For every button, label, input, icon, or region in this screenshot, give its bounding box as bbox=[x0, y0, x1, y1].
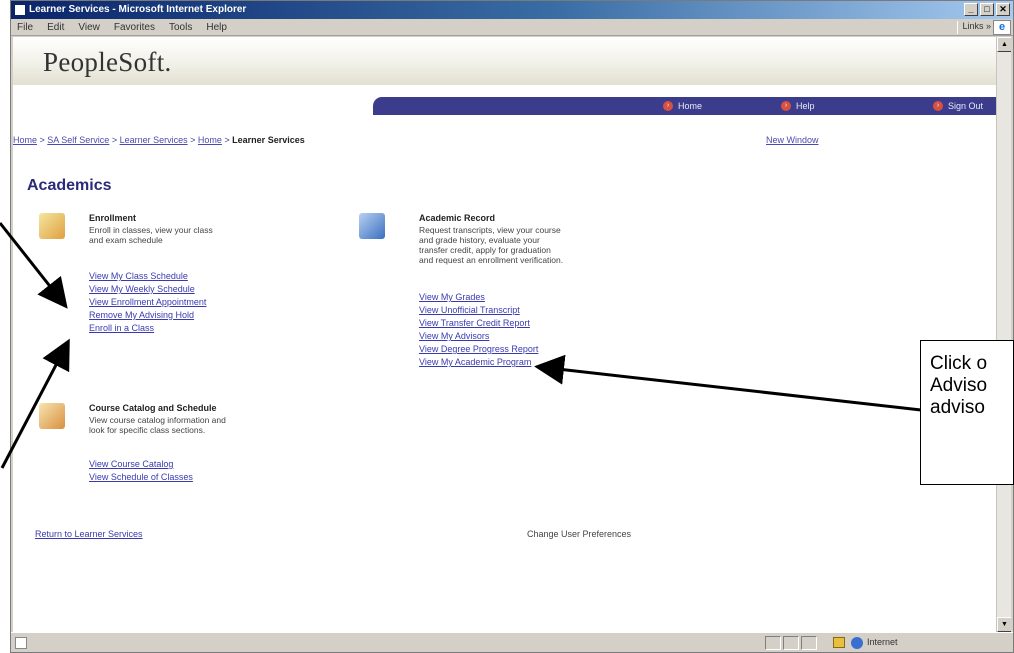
page-title: Academics bbox=[27, 177, 112, 194]
peoplesoft-logo: PeopleSoft. bbox=[43, 47, 172, 77]
academic-record-desc-4: and request an enrollment verification. bbox=[419, 255, 564, 265]
nav-home-label: Home bbox=[678, 101, 703, 111]
nav-sign-out-label: Sign Out bbox=[948, 101, 984, 111]
breadcrumb-home[interactable]: Home bbox=[13, 135, 37, 145]
breadcrumb: Home > SA Self Service > Learner Service… bbox=[13, 135, 305, 145]
link-view-academic-program[interactable]: View My Academic Program bbox=[419, 357, 531, 367]
enrollment-desc-1: Enroll in classes, view your class bbox=[89, 225, 213, 235]
enrollment-desc-2: and exam schedule bbox=[89, 235, 163, 245]
link-view-advisors[interactable]: View My Advisors bbox=[419, 331, 489, 341]
menu-view[interactable]: View bbox=[78, 22, 100, 33]
window-title: Learner Services - Microsoft Internet Ex… bbox=[29, 4, 247, 15]
menu-favorites[interactable]: Favorites bbox=[114, 22, 155, 33]
header-banner: PeopleSoft. bbox=[13, 37, 996, 85]
breadcrumb-separator: > bbox=[221, 135, 233, 145]
nav-help[interactable]: › Help bbox=[781, 97, 815, 115]
callout-line-3: adviso bbox=[930, 397, 985, 418]
breadcrumb-sa-self-service[interactable]: SA Self Service bbox=[47, 135, 109, 145]
top-nav-bar: › Home › Help › Sign Out bbox=[373, 97, 996, 115]
links-label: Links bbox=[962, 21, 984, 31]
ie-page-icon bbox=[14, 4, 26, 16]
menu-file[interactable]: File bbox=[17, 22, 33, 33]
link-view-schedule-of-classes[interactable]: View Schedule of Classes bbox=[89, 472, 193, 482]
callout-line-2: Adviso bbox=[930, 375, 988, 396]
scroll-up-arrow-icon[interactable]: ▲ bbox=[997, 37, 1011, 52]
nav-sign-out[interactable]: › Sign Out bbox=[933, 97, 983, 115]
menu-edit[interactable]: Edit bbox=[47, 22, 64, 33]
link-view-grades[interactable]: View My Grades bbox=[419, 292, 485, 302]
breadcrumb-separator: > bbox=[109, 135, 120, 145]
home-icon: › bbox=[663, 101, 673, 111]
callout-line-1: Click o bbox=[930, 353, 988, 374]
status-segment bbox=[801, 636, 817, 650]
status-segment bbox=[783, 636, 799, 650]
course-catalog-icon bbox=[39, 403, 65, 429]
link-enroll-in-class[interactable]: Enroll in a Class bbox=[89, 323, 154, 333]
page-content: PeopleSoft. › Home › Help › Sign Out Hom… bbox=[13, 37, 1011, 632]
status-segment bbox=[765, 636, 781, 650]
breadcrumb-separator: > bbox=[37, 135, 48, 145]
links-toolbar[interactable]: Links » bbox=[957, 21, 991, 34]
enrollment-icon bbox=[39, 213, 65, 239]
link-view-degree-progress-report[interactable]: View Degree Progress Report bbox=[419, 344, 538, 354]
link-view-enrollment-appointment[interactable]: View Enrollment Appointment bbox=[89, 297, 206, 307]
title-bar: Learner Services - Microsoft Internet Ex… bbox=[11, 1, 1013, 19]
academic-record-desc-1: Request transcripts, view your course bbox=[419, 225, 561, 235]
window-controls: _ □ ✕ bbox=[964, 3, 1010, 16]
enrollment-title: Enrollment bbox=[89, 213, 137, 223]
menu-help[interactable]: Help bbox=[206, 22, 227, 33]
help-icon: › bbox=[781, 101, 791, 111]
course-catalog-desc-2: look for specific class sections. bbox=[89, 425, 206, 435]
link-view-unofficial-transcript[interactable]: View Unofficial Transcript bbox=[419, 305, 520, 315]
zone-label: Internet bbox=[867, 637, 898, 647]
link-view-transfer-credit-report[interactable]: View Transfer Credit Report bbox=[419, 318, 530, 328]
course-catalog-title: Course Catalog and Schedule bbox=[89, 403, 217, 413]
menu-tools[interactable]: Tools bbox=[169, 22, 192, 33]
status-bar: Internet bbox=[11, 632, 1013, 652]
browser-window: Learner Services - Microsoft Internet Ex… bbox=[10, 0, 1014, 653]
internet-zone-icon bbox=[851, 637, 863, 649]
minimize-button[interactable]: _ bbox=[964, 3, 978, 16]
vertical-scrollbar[interactable]: ▲ ▼ bbox=[996, 37, 1011, 632]
sign-out-icon: › bbox=[933, 101, 943, 111]
link-return-learner-services[interactable]: Return to Learner Services bbox=[35, 529, 143, 539]
menu-bar: File Edit View Favorites Tools Help bbox=[11, 19, 1013, 36]
academic-record-title: Academic Record bbox=[419, 213, 496, 223]
link-view-weekly-schedule[interactable]: View My Weekly Schedule bbox=[89, 284, 195, 294]
nav-help-label: Help bbox=[796, 101, 815, 111]
scroll-down-arrow-icon[interactable]: ▼ bbox=[997, 617, 1011, 632]
instruction-callout: Click o Adviso adviso bbox=[920, 340, 1014, 485]
ie-logo-icon: e bbox=[993, 20, 1011, 35]
academic-record-desc-2: and grade history, evaluate your bbox=[419, 235, 540, 245]
breadcrumb-home-2[interactable]: Home bbox=[198, 135, 222, 145]
maximize-button[interactable]: □ bbox=[980, 3, 994, 16]
close-button[interactable]: ✕ bbox=[996, 3, 1010, 16]
breadcrumb-current: Learner Services bbox=[232, 135, 305, 145]
link-view-course-catalog[interactable]: View Course Catalog bbox=[89, 459, 173, 469]
course-catalog-desc-1: View course catalog information and bbox=[89, 415, 226, 425]
nav-home[interactable]: › Home bbox=[663, 97, 702, 115]
academic-record-icon bbox=[359, 213, 385, 239]
breadcrumb-separator: > bbox=[187, 135, 198, 145]
link-remove-advising-hold[interactable]: Remove My Advising Hold bbox=[89, 310, 194, 320]
new-window-link[interactable]: New Window bbox=[766, 135, 819, 145]
breadcrumb-learner-services[interactable]: Learner Services bbox=[120, 135, 188, 145]
academic-record-desc-3: transfer credit, apply for graduation bbox=[419, 245, 551, 255]
link-view-class-schedule[interactable]: View My Class Schedule bbox=[89, 271, 188, 281]
lock-icon bbox=[833, 637, 845, 648]
page-status-icon bbox=[15, 637, 27, 649]
change-user-preferences[interactable]: Change User Preferences bbox=[527, 529, 631, 539]
